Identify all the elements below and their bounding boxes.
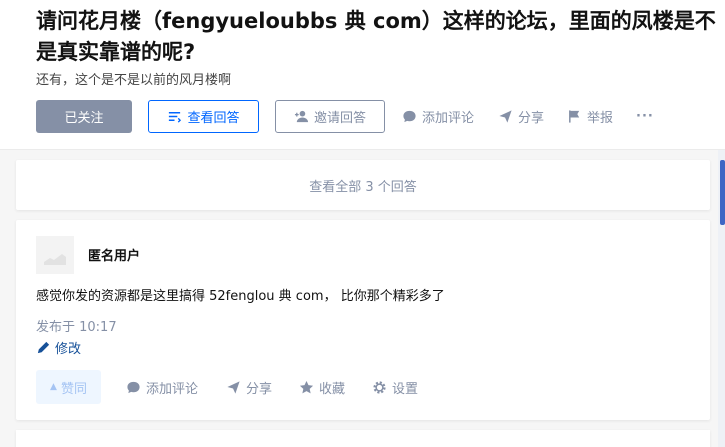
answer-share-button[interactable]: 分享 bbox=[226, 370, 272, 404]
author-name[interactable]: 匿名用户 bbox=[88, 245, 140, 264]
view-all-answers-label: 查看全部 3 个回答 bbox=[309, 179, 417, 195]
question-detail: 还有，这个是不是以前的风月楼啊 bbox=[36, 73, 232, 88]
answer-content: 感觉你发的资源都是这里搞得 52fenglou 典 com， 比你那个精彩多了 bbox=[36, 289, 445, 304]
list-icon bbox=[167, 109, 182, 124]
settings-label: 设置 bbox=[392, 381, 419, 397]
more-icon: ··· bbox=[636, 109, 654, 124]
flag-icon bbox=[567, 109, 582, 124]
report-label: 举报 bbox=[587, 111, 614, 126]
question-title: 请问花月楼（fengyueloubbs 典 com）这样的论坛，里面的凤楼是不是… bbox=[36, 9, 716, 64]
star-icon bbox=[299, 380, 314, 395]
share-label: 分享 bbox=[518, 111, 545, 126]
share-icon bbox=[226, 380, 241, 395]
edit-button[interactable]: 修改 bbox=[36, 338, 81, 357]
answer-comment-button[interactable]: 添加评论 bbox=[126, 370, 198, 404]
collect-label: 收藏 bbox=[319, 381, 346, 397]
scrollbar-thumb[interactable] bbox=[720, 160, 725, 225]
upvote-button[interactable]: ▲ 赞同 bbox=[36, 370, 101, 404]
answer-comment-label: 添加评论 bbox=[146, 381, 199, 397]
view-all-answers-bar[interactable]: 查看全部 3 个回答 bbox=[16, 160, 710, 210]
share-button[interactable]: 分享 bbox=[498, 100, 544, 133]
more-button[interactable]: ··· bbox=[636, 100, 654, 133]
gear-icon bbox=[372, 380, 387, 395]
settings-button[interactable]: 设置 bbox=[372, 370, 418, 404]
add-comment-button[interactable]: 添加评论 bbox=[402, 100, 474, 133]
share-icon bbox=[498, 109, 513, 124]
question-header: 请问花月楼（fengyueloubbs 典 com）这样的论坛，里面的凤楼是不是… bbox=[0, 0, 725, 150]
view-answers-button[interactable]: 查看回答 bbox=[148, 100, 259, 133]
next-answer-card bbox=[16, 430, 710, 447]
edit-label: 修改 bbox=[55, 342, 82, 357]
answer-share-label: 分享 bbox=[246, 381, 273, 397]
comment-icon bbox=[126, 380, 141, 395]
add-comment-label: 添加评论 bbox=[422, 111, 475, 126]
comment-icon bbox=[402, 109, 417, 124]
followed-button[interactable]: 已关注 bbox=[36, 100, 132, 133]
upvote-label: 赞同 bbox=[60, 381, 87, 397]
pencil-icon bbox=[36, 340, 51, 355]
report-button[interactable]: 举报 bbox=[567, 100, 613, 133]
invite-answer-label: 邀请回答 bbox=[313, 111, 366, 126]
add-user-icon bbox=[294, 109, 309, 124]
view-answers-label: 查看回答 bbox=[187, 111, 240, 126]
publish-time: 发布于 10:17 bbox=[36, 320, 117, 335]
answer-card: 匿名用户 感觉你发的资源都是这里搞得 52fenglou 典 com， 比你那个… bbox=[16, 220, 710, 420]
avatar[interactable] bbox=[36, 236, 74, 274]
followed-label: 已关注 bbox=[64, 111, 104, 126]
invite-answer-button[interactable]: 邀请回答 bbox=[275, 100, 385, 133]
collect-button[interactable]: 收藏 bbox=[299, 370, 345, 404]
triangle-up-icon: ▲ bbox=[50, 382, 57, 392]
